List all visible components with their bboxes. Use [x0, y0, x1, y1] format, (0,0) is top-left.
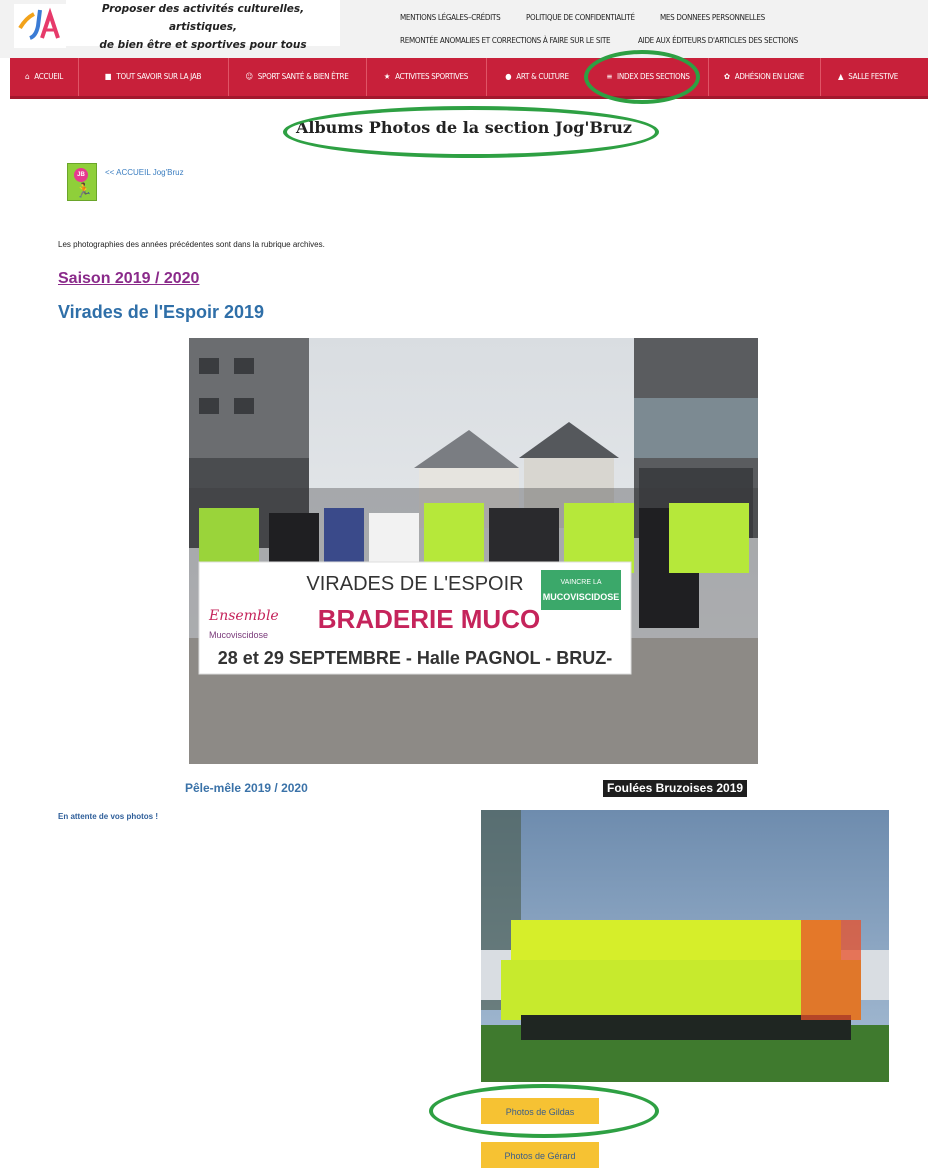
link-aide[interactable]: AIDE AUX ÉDITEURS D'ARTICLES DES SECTION… [638, 36, 798, 45]
runner-icon: 🏃 [75, 182, 93, 198]
highlight-ellipse-index [584, 50, 700, 104]
site-header: Proposer des activités culturelles, arti… [0, 0, 928, 58]
section-logo[interactable]: JB 🏃 [67, 163, 97, 201]
banner-line1: VIRADES DE L'ESPOIR [306, 573, 523, 595]
archives-info: Les photographies des années précédentes… [58, 240, 325, 249]
link-politique[interactable]: POLITIQUE DE CONFIDENTIALITÉ [526, 13, 635, 22]
star-icon: ★ [383, 72, 391, 81]
nav-sport-sante[interactable]: ☺ SPORT SANTÉ & BIEN ÊTRE [228, 58, 367, 96]
link-remontee[interactable]: REMONTÉE ANOMALIES ET CORRECTIONS À FAIR… [400, 36, 611, 45]
book-icon: ■ [104, 72, 112, 81]
waiting-text: En attente de vos photos ! [58, 812, 159, 821]
nav-salle-label: SALLE FESTIVE [848, 72, 899, 81]
nav-adhesion[interactable]: ✿ ADHÉSION EN LIGNE [708, 58, 821, 96]
tagline: Proposer des activités culturelles, arti… [66, 0, 340, 54]
banner-line3: 28 et 29 SEPTEMBRE - Halle PAGNOL - BRUZ… [218, 648, 612, 668]
tagline-line-1: Proposer des activités culturelles, arti… [101, 3, 305, 33]
banner-logo-right: MUCOVISCIDOSE [543, 592, 620, 602]
virades-photo-image: VIRADES DE L'ESPOIR BRADERIE MUCO 28 et … [189, 338, 758, 764]
banner-logo-left: Ensemble [208, 608, 279, 624]
highlight-ellipse-gildas [429, 1084, 659, 1138]
link-donnees[interactable]: MES DONNEES PERSONNELLES [660, 13, 765, 22]
nav-activites[interactable]: ★ ACTIVITES SPORTIVES [366, 58, 487, 96]
banner-logo-left-sub: Mucoviscidose [209, 630, 268, 640]
photos-gerard-button[interactable]: Photos de Gérard [481, 1142, 599, 1168]
nav-accueil[interactable]: ⌂ ACCUEIL [10, 58, 79, 96]
ja-logo-icon [18, 7, 60, 40]
season-link[interactable]: Saison 2019 / 2020 [58, 270, 199, 288]
nav-savoir[interactable]: ■ TOUT SAVOIR SUR LA JAB [78, 58, 229, 96]
tagline-line-2: de bien être et sportives pour tous [99, 39, 307, 51]
gear-icon: ✿ [724, 72, 730, 81]
nav-accueil-label: ACCUEIL [34, 72, 63, 81]
tagline-box: Proposer des activités culturelles, arti… [66, 0, 340, 51]
nav-activites-label: ACTIVITES SPORTIVES [395, 72, 469, 81]
nav-art[interactable]: ● ART & CULTURE [486, 58, 589, 96]
nav-salle[interactable]: ▲ SALLE FESTIVE [820, 58, 916, 96]
banner-logo-right-top: VAINCRE LA [560, 579, 601, 586]
virades-heading: Virades de l'Espoir 2019 [58, 302, 265, 322]
link-mentions[interactable]: MENTIONS LÉGALES–CRÉDITS [400, 13, 501, 22]
nav-adhesion-label: ADHÉSION EN LIGNE [734, 72, 805, 81]
main-nav: ⌂ ACCUEIL ■ TOUT SAVOIR SUR LA JAB ☺ SPORT … [10, 58, 928, 99]
highlight-ellipse-title [283, 106, 659, 158]
tent-icon: ▲ [837, 72, 844, 81]
smile-icon: ☺ [245, 72, 254, 81]
pele-mele-heading: Pêle-mêle 2019 / 2020 [185, 781, 308, 795]
section-logo-badge-icon: JB [74, 168, 88, 182]
back-link[interactable]: << ACCUEIL Jog'Bruz [105, 168, 184, 177]
banner-line2: BRADERIE MUCO [318, 604, 540, 634]
foulees-photo-image [481, 810, 889, 1082]
foulees-heading: Foulées Bruzoises 2019 [603, 780, 748, 797]
nav-savoir-label: TOUT SAVOIR SUR LA JAB [116, 72, 202, 81]
foulees-photo[interactable] [481, 810, 889, 1082]
nav-sport-sante-label: SPORT SANTÉ & BIEN ÊTRE [257, 72, 349, 81]
virades-photo[interactable]: VIRADES DE L'ESPOIR BRADERIE MUCO 28 et … [189, 338, 758, 764]
palette-icon: ● [505, 72, 512, 81]
home-icon: ⌂ [25, 72, 30, 81]
site-logo[interactable] [14, 4, 66, 48]
nav-art-label: ART & CULTURE [516, 72, 569, 81]
